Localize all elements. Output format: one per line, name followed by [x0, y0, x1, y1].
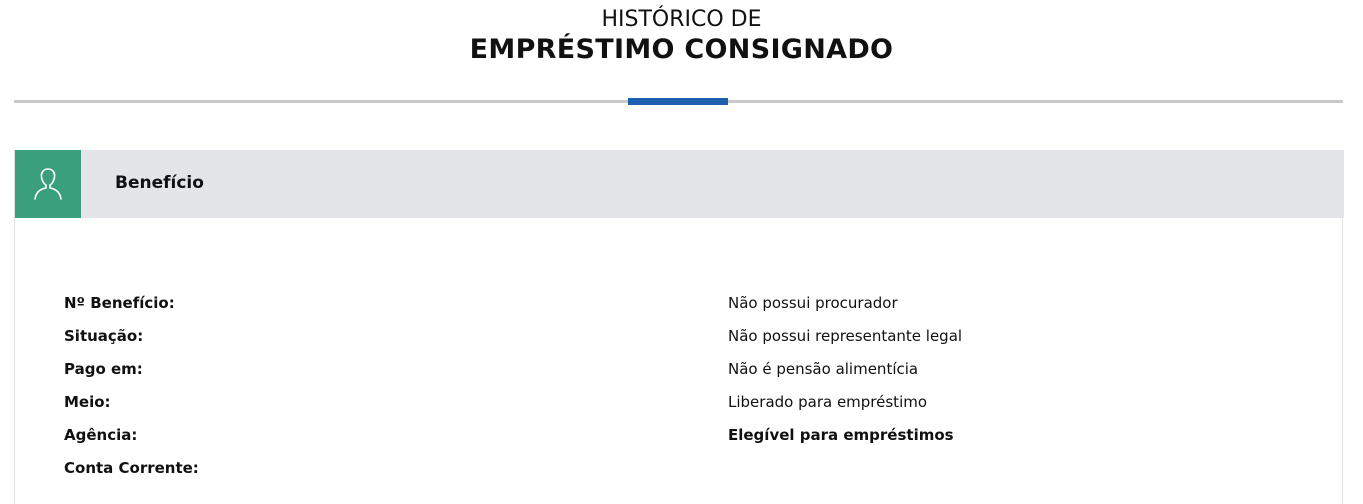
- status-alimony: Não é pensão alimentícia: [728, 360, 919, 378]
- benefit-card: Benefício: [14, 150, 1344, 504]
- page-title: HISTÓRICO DE EMPRÉSTIMO CONSIGNADO: [0, 6, 1363, 66]
- page-title-line2: EMPRÉSTIMO CONSIGNADO: [469, 34, 894, 65]
- field-agency-label: Agência:: [64, 426, 138, 444]
- field-situation-label: Situação:: [64, 327, 144, 345]
- benefit-card-title: Benefício: [115, 173, 204, 193]
- title-divider-accent: [628, 98, 728, 105]
- status-loan-released: Liberado para empréstimo: [728, 393, 928, 411]
- field-account-label: Conta Corrente:: [64, 459, 199, 477]
- page-title-line1: HISTÓRICO DE: [601, 7, 762, 32]
- user-icon: [15, 150, 81, 218]
- status-attorney: Não possui procurador: [728, 294, 898, 312]
- benefit-card-header: Benefício: [15, 150, 1344, 218]
- field-paid-in-label: Pago em:: [64, 360, 143, 378]
- field-benefit-number-label: Nº Benefício:: [64, 294, 175, 312]
- status-loan-eligible: Elegível para empréstimos: [728, 426, 954, 444]
- benefit-fields: Nº Benefício: Situação: Pago em: Meio: A…: [64, 293, 199, 491]
- benefit-status-list: Não possui procurador Não possui represe…: [728, 293, 962, 458]
- status-legal-representative: Não possui representante legal: [728, 327, 963, 345]
- field-means-label: Meio:: [64, 393, 111, 411]
